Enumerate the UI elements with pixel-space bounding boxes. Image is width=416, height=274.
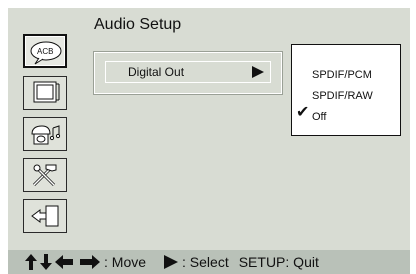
arrow-keys-icon: [24, 253, 102, 271]
quit-hint: SETUP: Quit: [238, 254, 319, 270]
digital-out-panel: Digital Out: [93, 51, 283, 95]
speech-bubble-letters: ACB: [37, 47, 53, 56]
sidebar-item-exit[interactable]: [23, 199, 67, 233]
speaker-music-icon: [31, 125, 61, 145]
option-spdif-pcm[interactable]: SPDIF/PCM: [312, 69, 372, 81]
move-hint: : Move: [104, 254, 147, 270]
exit-door-icon: [31, 205, 59, 227]
category-sidebar: ACB: [8, 8, 88, 236]
page-title: Audio Setup: [94, 16, 182, 33]
digital-out-label: Digital Out: [128, 65, 185, 79]
tv-screen-icon: [33, 81, 60, 103]
sidebar-item-preferences[interactable]: [23, 158, 67, 192]
digital-out-options: SPDIF/PCM SPDIF/RAW ✔ Off: [291, 44, 401, 136]
option-spdif-raw[interactable]: SPDIF/RAW: [312, 90, 373, 102]
digital-out-item[interactable]: Digital Out: [105, 61, 271, 83]
setup-screen: ACB Audio Setup Digital Out SPDIF/PCM SP…: [8, 8, 410, 274]
sidebar-item-video[interactable]: [23, 76, 67, 110]
submenu-arrow-icon: [252, 66, 264, 78]
sidebar-item-audio[interactable]: ACB: [23, 34, 67, 68]
select-hint: : Select: [182, 254, 229, 270]
speech-bubble-icon: ACB: [30, 41, 62, 65]
checkmark-icon: ✔: [296, 104, 310, 121]
option-off[interactable]: Off: [312, 111, 326, 123]
hammer-wrench-icon: [32, 164, 57, 187]
sidebar-item-speaker[interactable]: [23, 117, 67, 151]
help-bar: : Move : Select SETUP: Quit: [8, 250, 410, 274]
select-play-icon: [164, 255, 179, 269]
